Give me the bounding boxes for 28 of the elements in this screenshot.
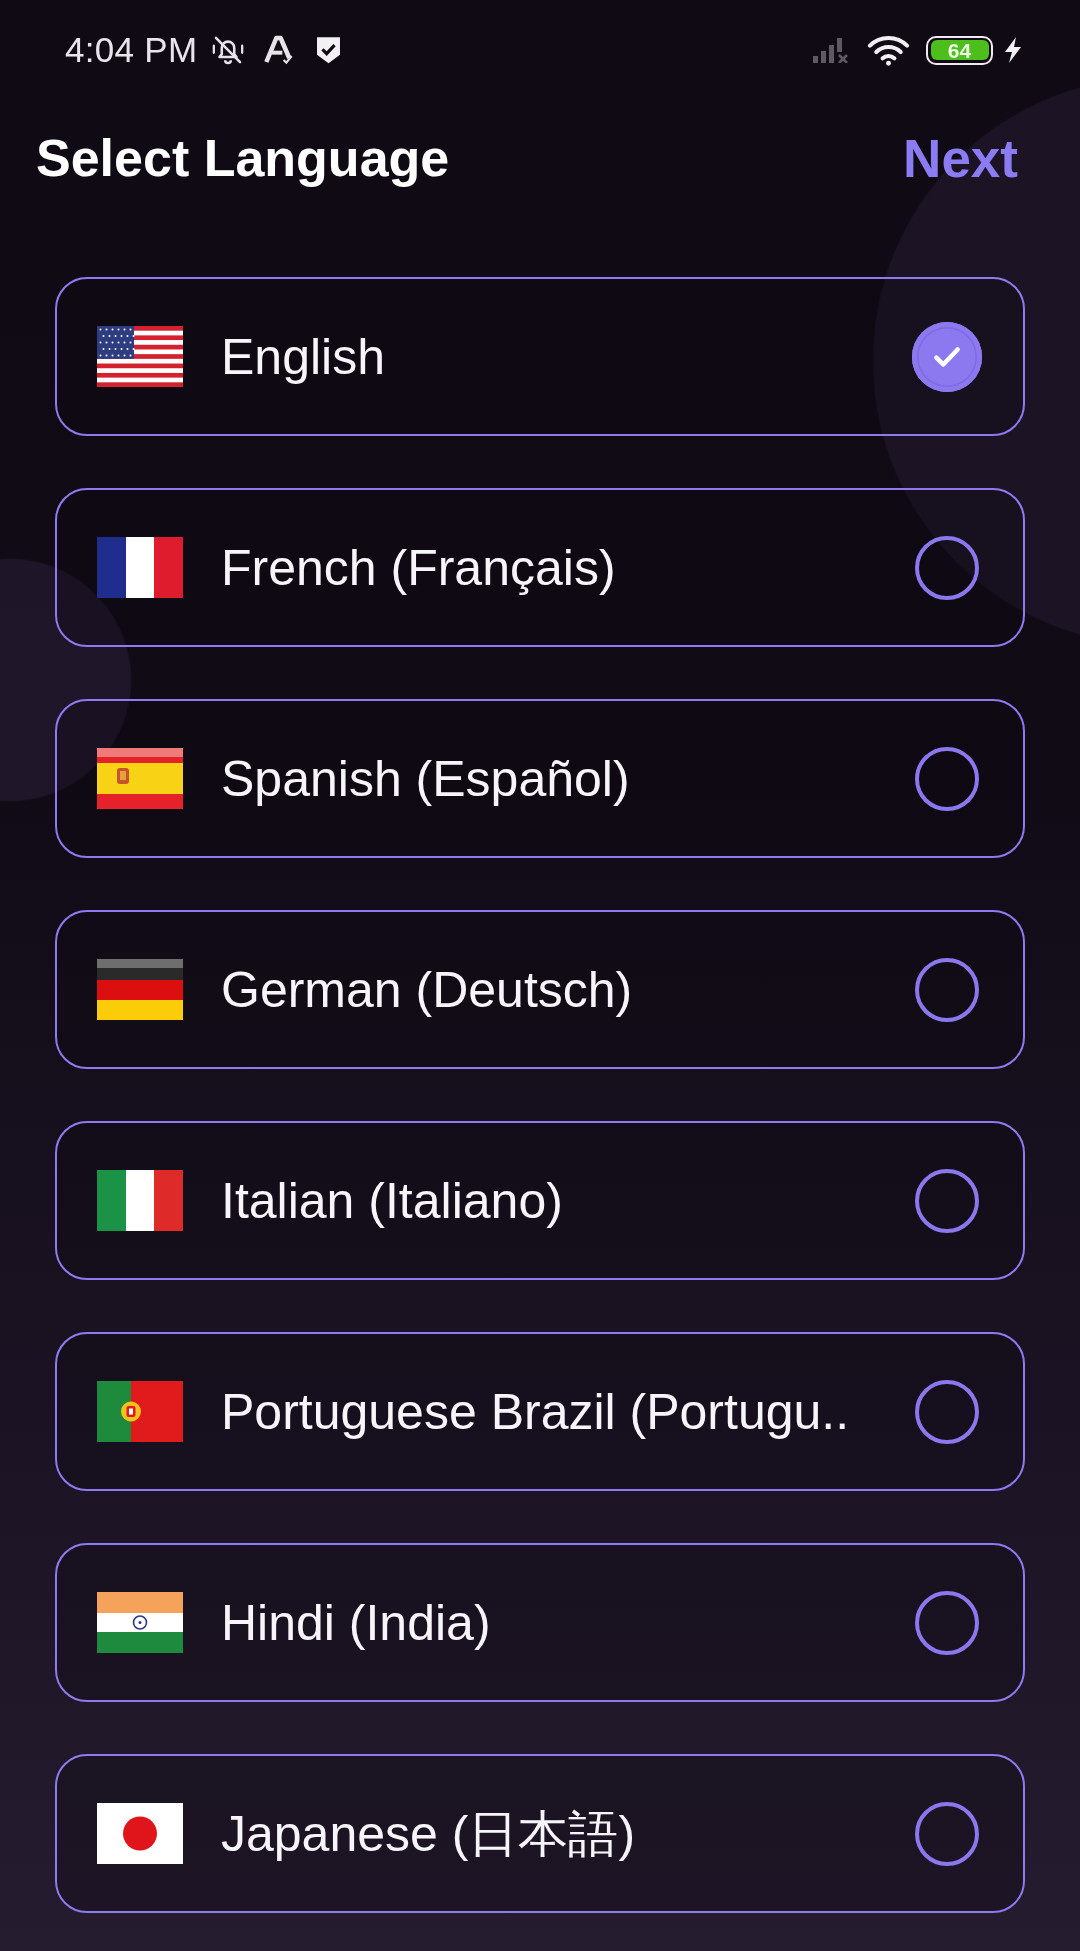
language-option[interactable]: Italian (Italiano) — [55, 1121, 1025, 1280]
radio-button[interactable] — [915, 1801, 979, 1866]
status-time: 4:04 PM — [65, 30, 198, 70]
us-flag-icon — [97, 326, 183, 387]
spanish-flag-icon — [97, 748, 183, 809]
language-option[interactable]: French (Français) — [55, 488, 1025, 647]
japanese-flag-icon — [97, 1803, 183, 1864]
language-option[interactable]: German (Deutsch) — [55, 910, 1025, 1069]
language-option[interactable]: Spanish (Español) — [55, 699, 1025, 858]
language-option[interactable]: Hindi (India) — [55, 1543, 1025, 1702]
radio-button[interactable] — [915, 535, 979, 600]
next-button[interactable]: Next — [903, 131, 1018, 185]
language-option[interactable]: Portuguese Brazil (Portugu.. — [55, 1332, 1025, 1491]
radio-button[interactable] — [915, 1168, 979, 1233]
radio-button[interactable] — [915, 746, 979, 811]
charging-icon — [1003, 36, 1023, 64]
radio-button[interactable] — [915, 1590, 979, 1655]
portuguese-flag-icon — [97, 1381, 183, 1442]
language-option[interactable]: Japanese (日本語) — [55, 1754, 1025, 1913]
italian-flag-icon — [97, 1170, 183, 1231]
german-flag-icon — [97, 959, 183, 1020]
indian-flag-icon — [97, 1592, 183, 1653]
wifi-icon — [867, 34, 910, 66]
radio-button[interactable] — [915, 957, 979, 1022]
radio-button[interactable] — [915, 1379, 979, 1444]
language-option[interactable]: English — [55, 277, 1025, 436]
battery-icon: 64 — [926, 35, 993, 65]
french-flag-icon — [97, 537, 183, 598]
